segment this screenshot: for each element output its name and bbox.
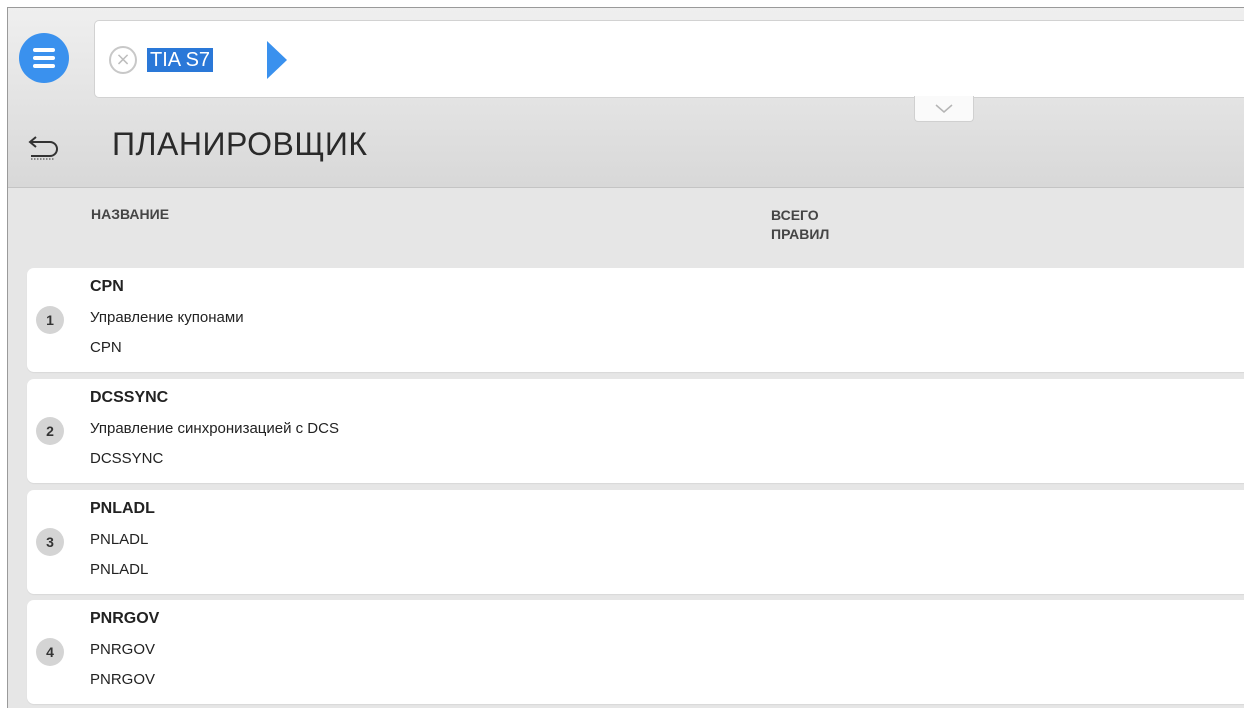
row-description: PNLADL	[90, 531, 149, 548]
table-row[interactable]: 2 DCSSYNC Управление синхронизацией с DC…	[27, 379, 1244, 483]
top-bar: × TIA S7 ПЛАНИРОВЩИК	[8, 8, 1244, 188]
row-code: PNRGOV	[90, 610, 160, 627]
column-header-total-rules[interactable]: ВСЕГО ПРАВИЛ	[771, 206, 891, 244]
row-number-badge: 3	[36, 528, 64, 556]
row-subtitle: PNLADL	[90, 561, 149, 578]
row-number-badge: 2	[36, 417, 64, 445]
back-button[interactable]	[26, 128, 62, 164]
row-number-badge: 1	[36, 306, 64, 334]
search-input[interactable]: × TIA S7	[94, 20, 1244, 98]
row-subtitle: CPN	[90, 339, 122, 356]
clear-circle-icon[interactable]: ×	[109, 46, 137, 74]
table-row[interactable]: 3 PNLADL PNLADL PNLADL	[27, 490, 1244, 594]
row-code: CPN	[90, 278, 124, 295]
app-frame: × TIA S7 ПЛАНИРОВЩИК НАЗВАНИЕ ВСЕГО ПРАВ…	[7, 7, 1244, 708]
back-arrow-icon	[28, 136, 58, 160]
hamburger-menu-icon	[33, 48, 55, 52]
row-subtitle: DCSSYNC	[90, 450, 164, 467]
row-code: PNLADL	[90, 500, 155, 517]
expand-search-button[interactable]	[914, 96, 974, 122]
row-subtitle: PNRGOV	[90, 671, 156, 688]
column-header-total-line2: ПРАВИЛ	[771, 226, 830, 242]
search-query-chip[interactable]: TIA S7	[147, 48, 214, 72]
chevron-down-icon	[935, 103, 953, 113]
table-row[interactable]: 4 PNRGOV PNRGOV PNRGOV	[27, 600, 1244, 704]
column-header-total-line1: ВСЕГО	[771, 207, 819, 223]
play-arrow-icon[interactable]	[267, 41, 287, 79]
row-description: Управление купонами	[90, 309, 244, 326]
row-description: Управление синхронизацией с DCS	[90, 420, 339, 437]
row-number-badge: 4	[36, 638, 64, 666]
column-header-name[interactable]: НАЗВАНИЕ	[91, 206, 169, 222]
page-title: ПЛАНИРОВЩИК	[112, 126, 368, 162]
row-description: PNRGOV	[90, 641, 156, 658]
menu-button[interactable]	[19, 33, 69, 83]
row-code: DCSSYNC	[90, 389, 169, 406]
table-row[interactable]: 1 CPN Управление купонами CPN	[27, 268, 1244, 372]
